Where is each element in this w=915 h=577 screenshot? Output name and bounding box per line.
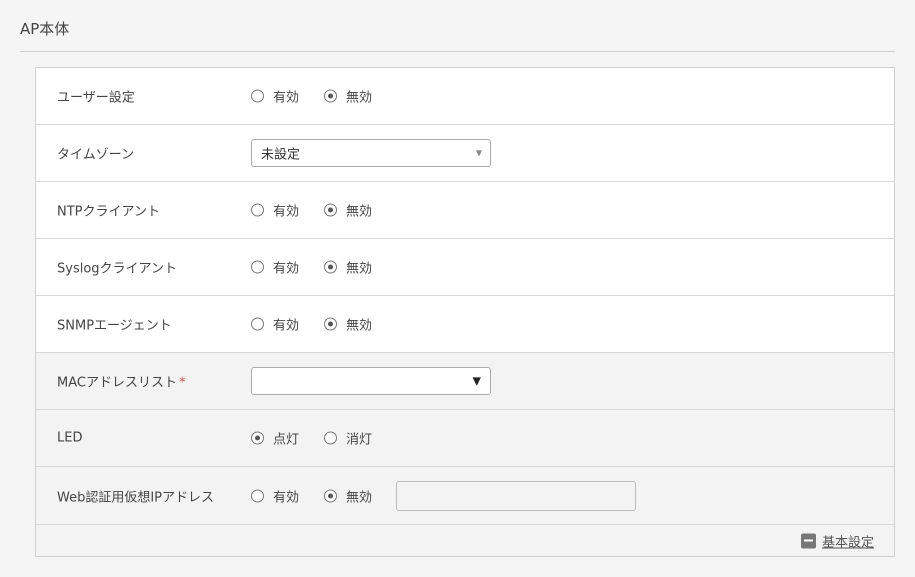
- radio-circle: [251, 89, 264, 103]
- row-mac-address-list: MACアドレスリスト * ▼: [36, 353, 894, 410]
- minus-square-icon: [800, 533, 816, 548]
- select-value: 未設定: [261, 147, 301, 163]
- row-label: LED: [57, 430, 83, 446]
- row-label: NTPクライアント: [57, 204, 160, 220]
- web-auth-enable-radio[interactable]: 有効: [251, 486, 299, 505]
- ntp-enable-radio[interactable]: 有効: [251, 201, 299, 220]
- radio-circle: [324, 260, 337, 274]
- radio-label: 消灯: [346, 432, 373, 448]
- snmp-disable-radio[interactable]: 無効: [324, 315, 372, 334]
- radio-label: 無効: [346, 90, 373, 106]
- radio-circle: [251, 203, 264, 217]
- radio-circle: [324, 431, 337, 445]
- syslog-disable-radio[interactable]: 無効: [324, 258, 372, 277]
- radio-label: 点灯: [273, 432, 300, 448]
- radio-label: 有効: [273, 490, 300, 505]
- radio-circle: [324, 89, 337, 103]
- user-settings-disable-radio[interactable]: 無効: [324, 87, 372, 106]
- row-timezone: タイムゾーン 未設定 ▼: [36, 125, 894, 182]
- row-label: MACアドレスリスト *: [57, 372, 185, 391]
- radio-label: 無効: [346, 490, 373, 505]
- settings-panel: ユーザー設定 有効 無効 タイムゾーン 未設定 ▼ NTPクライアント 有効 無…: [35, 67, 895, 557]
- radio-label: 無効: [346, 204, 373, 220]
- radio-label: 有効: [273, 204, 300, 220]
- section-divider: [20, 51, 895, 52]
- row-ntp-client: NTPクライアント 有効 無効: [36, 182, 894, 239]
- radio-circle: [251, 431, 264, 445]
- row-label: Web認証用仮想IPアドレス: [57, 490, 215, 505]
- row-user-settings: ユーザー設定 有効 無効: [36, 68, 894, 125]
- snmp-enable-radio[interactable]: 有効: [251, 315, 299, 334]
- web-auth-disable-radio[interactable]: 無効: [324, 486, 372, 505]
- caret-down-icon: ▼: [475, 148, 482, 158]
- led-on-radio[interactable]: 点灯: [251, 429, 299, 448]
- basic-settings-label: 基本設定: [821, 535, 874, 550]
- radio-label: 有効: [273, 261, 300, 277]
- radio-circle: [251, 489, 264, 502]
- section-title: AP本体: [20, 20, 70, 38]
- radio-circle: [324, 489, 337, 502]
- mac-address-list-select[interactable]: ▼: [251, 367, 491, 395]
- row-web-auth-virtual-ip: Web認証用仮想IPアドレス 有効 無効: [36, 467, 894, 525]
- caret-down-icon: ▼: [472, 374, 481, 388]
- row-label: ユーザー設定: [57, 90, 135, 106]
- basic-settings-link[interactable]: 基本設定: [800, 531, 874, 550]
- row-snmp-agent: SNMPエージェント 有効 無効: [36, 296, 894, 353]
- user-settings-enable-radio[interactable]: 有効: [251, 87, 299, 106]
- radio-label: 有効: [273, 318, 300, 334]
- label-text: MACアドレスリスト: [57, 375, 177, 391]
- radio-circle: [251, 260, 264, 274]
- timezone-select[interactable]: 未設定 ▼: [251, 139, 491, 167]
- led-off-radio[interactable]: 消灯: [324, 429, 372, 448]
- radio-label: 無効: [346, 318, 373, 334]
- radio-circle: [251, 317, 264, 331]
- row-label: タイムゾーン: [57, 147, 135, 163]
- web-auth-virtual-ip-input[interactable]: [396, 480, 636, 511]
- row-led: LED 点灯 消灯: [36, 410, 894, 467]
- radio-circle: [324, 203, 337, 217]
- panel-footer: 基本設定: [36, 525, 894, 556]
- radio-label: 無効: [346, 261, 373, 277]
- ntp-disable-radio[interactable]: 無効: [324, 201, 372, 220]
- row-label: Syslogクライアント: [57, 261, 178, 277]
- row-syslog-client: Syslogクライアント 有効 無効: [36, 239, 894, 296]
- row-label: SNMPエージェント: [57, 318, 172, 334]
- required-mark: *: [178, 375, 186, 391]
- syslog-enable-radio[interactable]: 有効: [251, 258, 299, 277]
- radio-circle: [324, 317, 337, 331]
- radio-label: 有効: [273, 90, 300, 106]
